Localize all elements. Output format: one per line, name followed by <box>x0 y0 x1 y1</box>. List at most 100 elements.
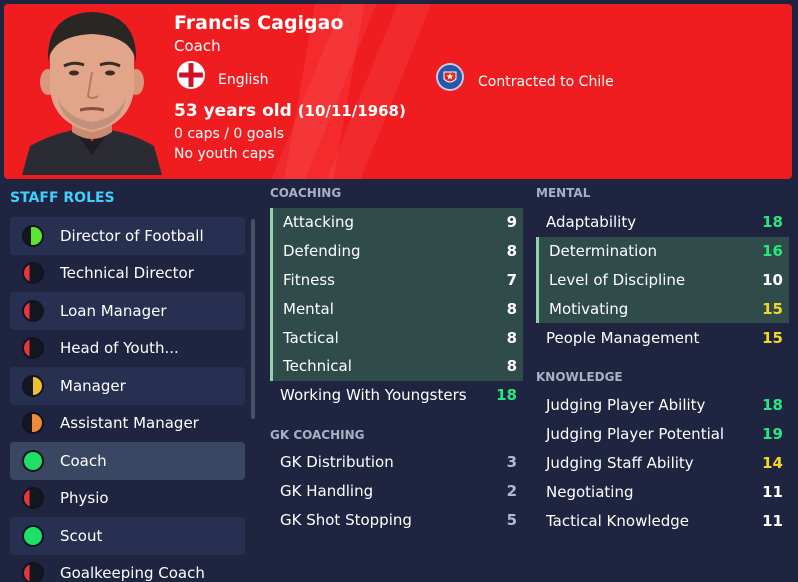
attribute-label: Judging Staff Ability <box>546 453 694 472</box>
role-suitability-icon <box>22 524 44 547</box>
attribute-value: 16 <box>762 242 783 261</box>
role-suitability-icon <box>22 449 44 472</box>
attribute-label: Attacking <box>283 213 355 232</box>
attribute-label: Defending <box>283 242 361 261</box>
attribute-row-tactical-knowledge[interactable]: Tactical Knowledge 11 <box>536 506 789 535</box>
attribute-row-tactical[interactable]: Tactical 8 <box>270 323 523 352</box>
attribute-value: 11 <box>762 482 783 501</box>
attribute-label: People Management <box>546 328 700 347</box>
role-item-assistant-manager[interactable]: Assistant Manager <box>10 405 245 443</box>
attribute-value: 11 <box>762 511 783 530</box>
role-suitability-icon <box>22 412 44 435</box>
attribute-row-motivating[interactable]: Motivating 15 <box>536 294 789 324</box>
attribute-row-judging-player-potential[interactable]: Judging Player Potential 19 <box>536 420 789 449</box>
staff-role: Coach <box>174 37 221 55</box>
age-text: 53 years old <box>174 101 292 121</box>
attribute-value: 3 <box>506 453 517 472</box>
attribute-value: 2 <box>506 482 517 501</box>
role-label: Coach <box>60 451 107 470</box>
gk-coaching-attributes: GK Distribution 3 GK Handling 2 GK Shot Stop… <box>270 448 523 534</box>
staff-roles-title: STAFF ROLES <box>10 190 115 206</box>
date-of-birth: (10/11/1968) <box>297 102 406 120</box>
role-suitability-icon <box>22 487 44 510</box>
role-item-manager[interactable]: Manager <box>10 367 245 405</box>
role-label: Manager <box>60 376 126 395</box>
attribute-value: 15 <box>762 328 783 347</box>
attribute-row-people-management[interactable]: People Management 15 <box>536 323 789 352</box>
role-label: Scout <box>60 526 103 545</box>
england-flag-icon[interactable] <box>177 61 205 89</box>
attribute-label: Level of Discipline <box>549 270 686 289</box>
attribute-label: GK Distribution <box>280 453 394 472</box>
attribute-label: GK Shot Stopping <box>280 510 412 529</box>
role-label: Assistant Manager <box>60 414 199 433</box>
role-suitability-icon <box>22 262 44 285</box>
attribute-label: Tactical Knowledge <box>546 511 689 530</box>
attribute-value: 7 <box>506 270 517 289</box>
coaching-attributes: Attacking 9 Defending 8 Fitness 7 Mental 8 Tacti… <box>270 208 523 410</box>
role-item-physio[interactable]: Physio <box>10 480 245 518</box>
role-item-technical-director[interactable]: Technical Director <box>10 255 245 293</box>
attribute-label: Judging Player Ability <box>546 396 706 415</box>
attribute-value: 18 <box>762 396 783 415</box>
attribute-row-mental[interactable]: Mental 8 <box>270 294 523 324</box>
attribute-value: 8 <box>506 328 517 347</box>
attribute-row-technical[interactable]: Technical 8 <box>270 351 523 381</box>
role-item-coach[interactable]: Coach <box>10 442 245 480</box>
attribute-row-judging-staff-ability[interactable]: Judging Staff Ability 14 <box>536 449 789 478</box>
attribute-row-attacking[interactable]: Attacking 9 <box>270 208 523 237</box>
coaching-title: COACHING <box>270 186 342 200</box>
attribute-row-fitness[interactable]: Fitness 7 <box>270 265 523 295</box>
role-item-loan-manager[interactable]: Loan Manager <box>10 292 245 330</box>
role-label: Loan Manager <box>60 301 167 320</box>
attribute-label: Determination <box>549 242 658 261</box>
attribute-value: 8 <box>506 357 517 376</box>
role-suitability-icon <box>22 224 44 247</box>
knowledge-attributes: Judging Player Ability 18 Judging Player P… <box>536 391 789 535</box>
role-item-head-of-youth[interactable]: Head of Youth... <box>10 330 245 368</box>
staff-age: 53 years old (10/11/1968) <box>174 101 406 121</box>
role-suitability-icon <box>22 337 44 360</box>
attribute-row-working-with-youngsters[interactable]: Working With Youngsters 18 <box>270 381 523 410</box>
attribute-row-gk-shot-stopping[interactable]: GK Shot Stopping 5 <box>270 506 523 535</box>
attribute-row-judging-player-ability[interactable]: Judging Player Ability 18 <box>536 391 789 420</box>
attribute-row-level-of-discipline[interactable]: Level of Discipline 10 <box>536 265 789 295</box>
attribute-label: Technical <box>283 357 352 376</box>
role-label: Physio <box>60 489 109 508</box>
attribute-row-adaptability[interactable]: Adaptability 18 <box>536 208 789 237</box>
roles-scrollbar[interactable] <box>251 219 255 419</box>
attribute-value: 10 <box>762 270 783 289</box>
role-label: Head of Youth... <box>60 339 179 358</box>
role-item-scout[interactable]: Scout <box>10 517 245 555</box>
role-item-goalkeeping-coach[interactable]: Goalkeeping Coach <box>10 555 245 582</box>
attribute-label: Adaptability <box>546 213 637 232</box>
attribute-label: Mental <box>283 299 334 318</box>
attribute-row-gk-handling[interactable]: GK Handling 2 <box>270 477 523 506</box>
attribute-row-determination[interactable]: Determination 16 <box>536 236 789 266</box>
chile-crest-icon[interactable] <box>436 63 464 91</box>
attribute-label: Judging Player Potential <box>546 425 725 444</box>
gk-coaching-title: GK COACHING <box>270 428 365 442</box>
attribute-row-negotiating[interactable]: Negotiating 11 <box>536 477 789 506</box>
attribute-label: Working With Youngsters <box>280 386 467 405</box>
knowledge-title: KNOWLEDGE <box>536 370 623 384</box>
attribute-value: 18 <box>762 213 783 232</box>
attribute-label: GK Handling <box>280 482 374 501</box>
role-suitability-icon <box>22 374 44 397</box>
attribute-row-defending[interactable]: Defending 8 <box>270 236 523 266</box>
staff-roles-list: Director of Football Technical Director Lo… <box>10 217 245 582</box>
contract-status[interactable]: Contracted to Chile <box>478 74 614 90</box>
attribute-value: 18 <box>496 386 517 405</box>
role-label: Director of Football <box>60 226 204 245</box>
mental-attributes: Adaptability 18 Determination 16 Level of Di… <box>536 208 789 352</box>
attribute-value: 15 <box>762 299 783 318</box>
attribute-row-gk-distribution[interactable]: GK Distribution 3 <box>270 448 523 477</box>
attribute-label: Motivating <box>549 299 629 318</box>
role-suitability-icon <box>22 299 44 322</box>
staff-name: Francis Cagigao <box>174 12 344 34</box>
attribute-value: 5 <box>506 510 517 529</box>
attribute-label: Negotiating <box>546 482 634 501</box>
attribute-value: 8 <box>506 242 517 261</box>
nationality[interactable]: English <box>218 72 269 88</box>
role-item-director-of-football[interactable]: Director of Football <box>10 217 245 255</box>
